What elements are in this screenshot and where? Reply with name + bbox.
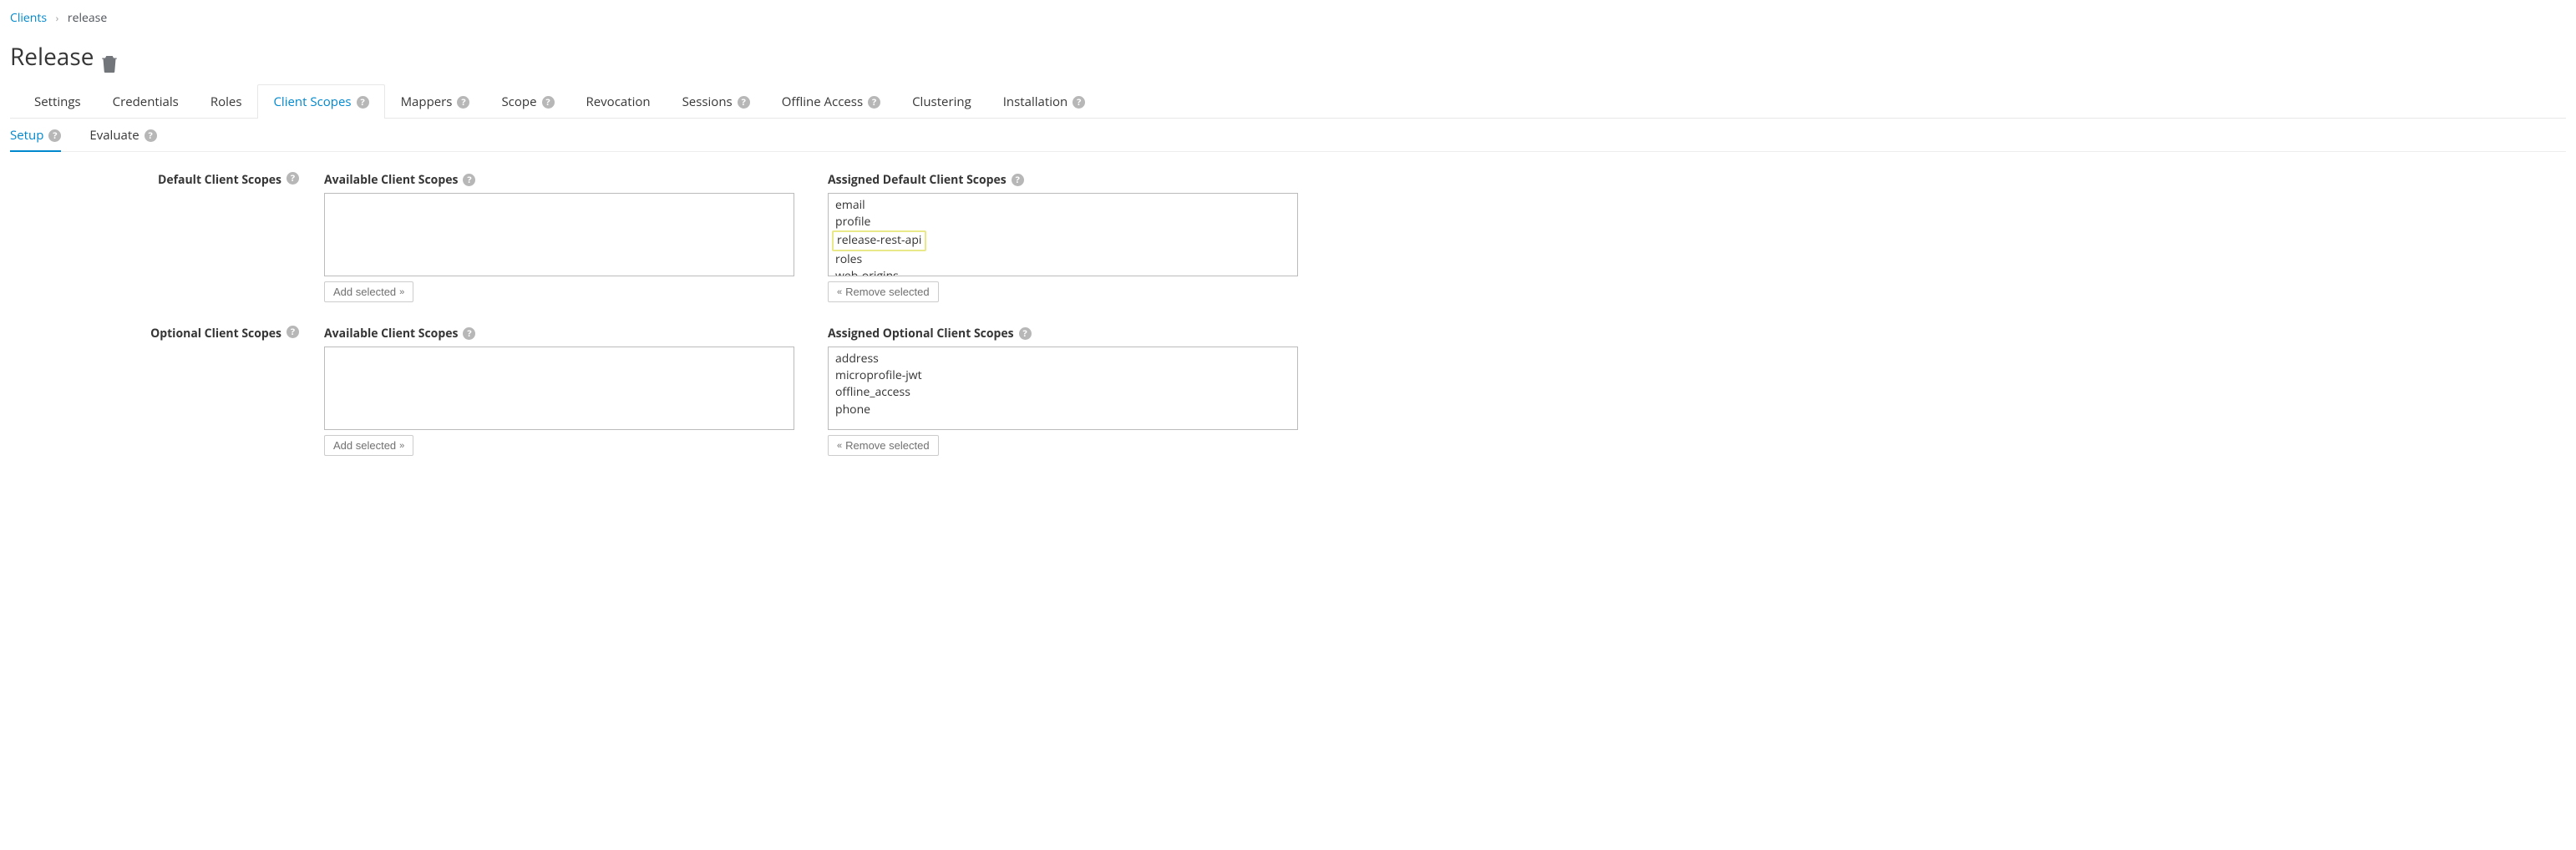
row-label-text: Default Client Scopes [158, 172, 281, 188]
row-label: Default Client Scopes? [10, 172, 324, 302]
page-title-text: Release [10, 41, 94, 73]
main-tabs: SettingsCredentialsRolesClient Scopes?Ma… [10, 84, 2566, 119]
delete-icon[interactable] [102, 48, 117, 65]
button-label: Add selected [333, 439, 396, 452]
list-item[interactable]: profile [829, 214, 1297, 230]
tab-label: Mappers [401, 94, 453, 110]
tab-sessions[interactable]: Sessions? [667, 84, 766, 119]
tab-label: Installation [1003, 94, 1067, 110]
column-label-text: Assigned Default Client Scopes [828, 172, 1007, 188]
help-icon[interactable]: ? [1019, 327, 1032, 340]
tab-revocation[interactable]: Revocation [570, 84, 667, 119]
list-item[interactable]: web-origins [829, 268, 1297, 276]
subtab-evaluate[interactable]: Evaluate? [89, 119, 156, 152]
help-icon[interactable]: ? [48, 129, 61, 142]
chevron-left-icon: « [837, 287, 842, 297]
row-body: Available Client Scopes? Add selected» Ass… [324, 172, 1298, 302]
column-label-text: Assigned Optional Client Scopes [828, 326, 1014, 342]
column-label-text: Available Client Scopes [324, 326, 458, 342]
help-icon[interactable]: ? [1072, 96, 1085, 109]
remove-selected-button[interactable]: «Remove selected [828, 281, 939, 302]
subtab-setup[interactable]: Setup? [10, 119, 61, 152]
list-item[interactable]: offline_access [829, 384, 1297, 401]
chevron-right-icon: » [399, 441, 404, 451]
listbox-assigned[interactable]: addressmicroprofile-jwtoffline_accesspho… [828, 347, 1298, 430]
list-item[interactable]: address [829, 351, 1297, 367]
button-label: Add selected [333, 286, 396, 298]
column-label-text: Available Client Scopes [324, 172, 458, 188]
form-area: Default Client Scopes?Available Client S… [10, 172, 1298, 456]
tab-label: Credentials [113, 94, 179, 110]
help-icon[interactable]: ? [1012, 174, 1024, 186]
help-icon[interactable]: ? [738, 96, 750, 109]
listbox-assigned[interactable]: emailprofilerelease-rest-apirolesweb-ori… [828, 193, 1298, 276]
subtab-label: Evaluate [89, 127, 139, 144]
help-icon[interactable]: ? [457, 96, 469, 109]
subtab-label: Setup [10, 127, 43, 144]
listbox-available[interactable] [324, 193, 794, 276]
tab-label: Revocation [586, 94, 651, 110]
list-item[interactable]: phone [829, 402, 1297, 418]
row-label-text: Optional Client Scopes [150, 326, 281, 342]
list-item[interactable]: release-rest-api [832, 230, 926, 250]
tab-label: Scope [501, 94, 536, 110]
help-icon[interactable]: ? [463, 327, 475, 340]
tab-client-scopes[interactable]: Client Scopes? [257, 84, 384, 119]
help-icon[interactable]: ? [287, 172, 299, 185]
row-label: Optional Client Scopes? [10, 326, 324, 456]
sub-tabs: Setup?Evaluate? [10, 119, 2566, 152]
help-icon[interactable]: ? [868, 96, 880, 109]
tab-label: Clustering [912, 94, 971, 110]
column-available: Available Client Scopes? Add selected» [324, 172, 794, 302]
list-item[interactable]: email [829, 197, 1297, 214]
form-row: Default Client Scopes?Available Client S… [10, 172, 1298, 302]
list-item[interactable]: roles [829, 251, 1297, 268]
column-assigned: Assigned Optional Client Scopes? addressm… [828, 326, 1298, 456]
breadcrumb-separator: › [56, 11, 59, 25]
tab-offline-access[interactable]: Offline Access? [766, 84, 896, 119]
tab-clustering[interactable]: Clustering [896, 84, 987, 119]
form-row: Optional Client Scopes?Available Client … [10, 326, 1298, 456]
tab-installation[interactable]: Installation? [987, 84, 1101, 119]
button-label: Remove selected [845, 286, 929, 298]
column-label: Assigned Optional Client Scopes? [828, 326, 1298, 342]
column-available: Available Client Scopes? Add selected» [324, 326, 794, 456]
page-title: Release [10, 41, 2566, 73]
tab-scope[interactable]: Scope? [485, 84, 570, 119]
tab-label: Client Scopes [273, 94, 351, 110]
list-item[interactable]: microprofile-jwt [829, 367, 1297, 384]
tab-mappers[interactable]: Mappers? [385, 84, 486, 119]
listbox-available[interactable] [324, 347, 794, 430]
tab-label: Sessions [682, 94, 733, 110]
chevron-left-icon: « [837, 441, 842, 451]
help-icon[interactable]: ? [463, 174, 475, 186]
help-icon[interactable]: ? [542, 96, 555, 109]
help-icon[interactable]: ? [357, 96, 369, 109]
tab-label: Settings [34, 94, 81, 110]
help-icon[interactable]: ? [287, 326, 299, 338]
add-selected-button[interactable]: Add selected» [324, 281, 413, 302]
column-label: Assigned Default Client Scopes? [828, 172, 1298, 188]
tab-settings[interactable]: Settings [18, 84, 97, 119]
column-assigned: Assigned Default Client Scopes? emailprof… [828, 172, 1298, 302]
chevron-right-icon: » [399, 287, 404, 297]
breadcrumb-root-link[interactable]: Clients [10, 10, 47, 26]
remove-selected-button[interactable]: «Remove selected [828, 435, 939, 456]
button-label: Remove selected [845, 439, 929, 452]
column-label: Available Client Scopes? [324, 326, 794, 342]
tab-label: Offline Access [782, 94, 863, 110]
help-icon[interactable]: ? [145, 129, 157, 142]
breadcrumb: Clients › release [10, 10, 2566, 26]
tab-label: Roles [210, 94, 242, 110]
add-selected-button[interactable]: Add selected» [324, 435, 413, 456]
tab-roles[interactable]: Roles [195, 84, 258, 119]
breadcrumb-current: release [68, 10, 107, 26]
tab-credentials[interactable]: Credentials [97, 84, 195, 119]
row-body: Available Client Scopes? Add selected» Ass… [324, 326, 1298, 456]
column-label: Available Client Scopes? [324, 172, 794, 188]
